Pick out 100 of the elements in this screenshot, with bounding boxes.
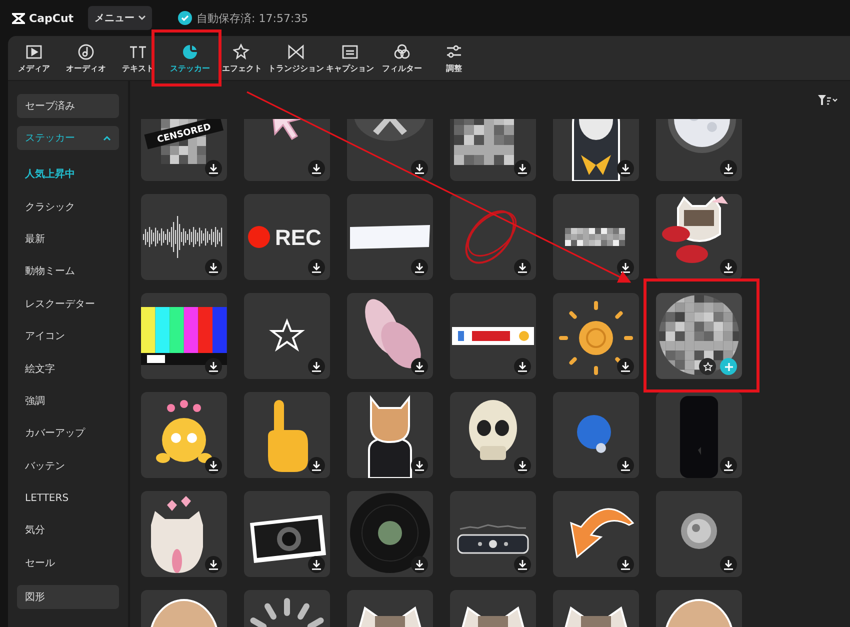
- download-button[interactable]: [617, 556, 634, 573]
- catkiss-sticker: [662, 196, 728, 263]
- sticker-tile[interactable]: [656, 491, 742, 577]
- toolbar-tab[interactable]: 調整: [428, 36, 480, 80]
- download-button[interactable]: [720, 259, 737, 276]
- download-button[interactable]: [411, 457, 428, 474]
- download-button[interactable]: [617, 259, 634, 276]
- sticker-tile[interactable]: [450, 392, 536, 478]
- sticker-tile[interactable]: [450, 491, 536, 577]
- category-button[interactable]: 図形: [17, 585, 119, 610]
- sticker-tile[interactable]: [141, 491, 227, 577]
- download-button[interactable]: [514, 358, 531, 375]
- subcategory-item[interactable]: レスクーデター: [17, 288, 119, 320]
- download-button[interactable]: [411, 358, 428, 375]
- rec-sticker: REC: [248, 225, 322, 250]
- download-button[interactable]: [720, 556, 737, 573]
- subcategory-item[interactable]: 気分: [17, 514, 119, 547]
- download-icon: [209, 362, 218, 372]
- sticker-tile[interactable]: [244, 491, 330, 577]
- effect-icon: [233, 42, 251, 60]
- subcategory-item[interactable]: カバーアップ: [17, 417, 119, 450]
- download-button[interactable]: [411, 160, 428, 177]
- download-icon: [312, 362, 321, 372]
- download-icon: [415, 164, 424, 174]
- sticker-tile[interactable]: [244, 392, 330, 478]
- sticker-tile[interactable]: [141, 293, 227, 379]
- subcategory-item[interactable]: 人気上昇中: [17, 158, 119, 190]
- sticker-tile[interactable]: [347, 194, 433, 280]
- sticker-tile[interactable]: [450, 119, 536, 181]
- filter-button[interactable]: [816, 93, 840, 107]
- category-button[interactable]: ステッカー: [17, 126, 119, 150]
- toolbar-tab[interactable]: メディア: [8, 36, 60, 80]
- subcategory-item[interactable]: 絵文字: [17, 352, 119, 385]
- download-button[interactable]: [514, 457, 531, 474]
- subcategory-item[interactable]: セール: [17, 546, 119, 580]
- sticker-tile[interactable]: [450, 293, 536, 379]
- download-button[interactable]: [308, 358, 325, 375]
- sticker-tile[interactable]: [450, 194, 536, 280]
- download-button[interactable]: [411, 259, 428, 276]
- download-button[interactable]: [514, 259, 531, 276]
- download-button[interactable]: [308, 259, 325, 276]
- cat-sticker: [358, 606, 422, 627]
- download-button[interactable]: [205, 358, 222, 375]
- download-button[interactable]: [205, 556, 222, 573]
- subcategory-item[interactable]: 動物ミーム: [17, 255, 119, 288]
- player-sticker: [457, 524, 529, 554]
- download-icon: [518, 262, 527, 272]
- sticker-tile[interactable]: [553, 119, 639, 181]
- sticker-tile[interactable]: [244, 293, 330, 379]
- toolbar-tab[interactable]: トランジション: [268, 36, 324, 80]
- download-button[interactable]: [720, 160, 737, 177]
- download-button[interactable]: [308, 457, 325, 474]
- sticker-tile[interactable]: [347, 119, 433, 181]
- sticker-tile[interactable]: [553, 194, 639, 280]
- download-icon: [518, 164, 527, 174]
- download-icon: [209, 460, 218, 470]
- sticker-tile[interactable]: [141, 392, 227, 478]
- autosave-status: 自動保存済: 17:57:35: [196, 10, 308, 26]
- download-button[interactable]: [205, 457, 222, 474]
- toolbar-tab[interactable]: エフェクト: [216, 36, 268, 80]
- subcategory-item[interactable]: 強調: [17, 384, 119, 418]
- download-button[interactable]: [720, 457, 737, 474]
- toolbar-tab[interactable]: オーディオ: [60, 36, 112, 80]
- transition-icon: [287, 42, 305, 60]
- sticker-tile[interactable]: [656, 392, 742, 478]
- category-button[interactable]: セーブ済み: [17, 94, 119, 118]
- sticker-icon: [181, 42, 199, 60]
- download-icon: [312, 560, 321, 570]
- download-icon: [312, 460, 321, 470]
- download-button[interactable]: [514, 160, 531, 177]
- toolbar-tab[interactable]: ステッカー: [164, 36, 216, 80]
- sticker-tile[interactable]: [347, 392, 433, 478]
- download-button[interactable]: [617, 457, 634, 474]
- add-button[interactable]: [720, 358, 737, 375]
- toolbar-tab[interactable]: キャプション: [324, 36, 376, 80]
- subcategory-item[interactable]: LETTERS: [17, 482, 119, 514]
- download-button[interactable]: [514, 556, 531, 573]
- sticker-tile[interactable]: [553, 491, 639, 577]
- download-button[interactable]: [308, 556, 325, 573]
- sticker-tile[interactable]: [656, 194, 742, 280]
- sticker-tile[interactable]: [347, 293, 433, 379]
- download-button[interactable]: [411, 556, 428, 573]
- sticker-tile[interactable]: REC: [244, 194, 330, 280]
- sticker-tile[interactable]: [553, 293, 639, 379]
- download-button[interactable]: [308, 160, 325, 177]
- menu-button[interactable]: メニュー: [88, 6, 152, 30]
- subcategory-item[interactable]: バッテン: [17, 450, 119, 482]
- subcategory-item[interactable]: アイコン: [17, 320, 119, 352]
- sticker-tile[interactable]: [244, 119, 330, 181]
- download-button[interactable]: [617, 160, 634, 177]
- download-button[interactable]: [205, 259, 222, 276]
- download-button[interactable]: [617, 358, 634, 375]
- toolbar-tab[interactable]: フィルター: [376, 36, 428, 80]
- download-icon: [724, 560, 733, 570]
- download-button[interactable]: [205, 160, 222, 177]
- sticker-tile[interactable]: [656, 119, 742, 181]
- sticker-tile[interactable]: [141, 194, 227, 280]
- sticker-tile[interactable]: [553, 392, 639, 478]
- subcategory-item[interactable]: 最新: [17, 222, 119, 256]
- subcategory-item[interactable]: クラシック: [17, 190, 119, 223]
